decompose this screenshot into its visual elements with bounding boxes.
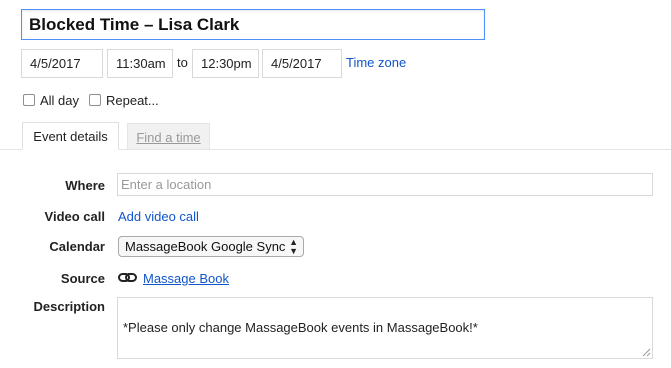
calendar-select-value: MassageBook Google Sync (125, 239, 286, 254)
add-video-call-link[interactable]: Add video call (118, 209, 199, 224)
calendar-label: Calendar (49, 239, 105, 254)
time-zone-link[interactable]: Time zone (346, 55, 406, 70)
description-label: Description (33, 299, 105, 314)
link-chain-icon (118, 272, 138, 284)
where-label: Where (65, 178, 105, 193)
calendar-select[interactable]: MassageBook Google Sync ▲ ▼ (118, 236, 304, 257)
start-time-input[interactable]: 11:30am (107, 49, 173, 78)
description-text: *Please only change MassageBook events i… (123, 320, 478, 335)
tab-event-details[interactable]: Event details (22, 122, 119, 150)
all-day-label: All day (40, 93, 80, 108)
event-title-input[interactable]: Blocked Time – Lisa Clark (21, 9, 485, 40)
end-time-input[interactable]: 12:30pm (192, 49, 259, 78)
tab-find-a-time-label: Find a time (136, 130, 201, 145)
video-call-label: Video call (44, 209, 105, 224)
where-input[interactable]: Enter a location (117, 173, 653, 196)
tab-find-a-time[interactable]: Find a time (127, 123, 210, 149)
source-link[interactable]: Massage Book (143, 271, 229, 286)
updown-arrows-icon: ▲ ▼ (289, 237, 298, 256)
resize-handle-icon[interactable] (641, 347, 651, 357)
end-date-input[interactable]: 4/5/2017 (262, 49, 342, 78)
repeat-label: Repeat... (106, 93, 159, 108)
source-label: Source (60, 271, 105, 286)
description-textarea[interactable]: *Please only change MassageBook events i… (117, 297, 653, 359)
repeat-checkbox[interactable] (89, 94, 101, 106)
to-separator: to (177, 55, 188, 70)
all-day-checkbox[interactable] (23, 94, 35, 106)
start-date-input[interactable]: 4/5/2017 (21, 49, 103, 78)
